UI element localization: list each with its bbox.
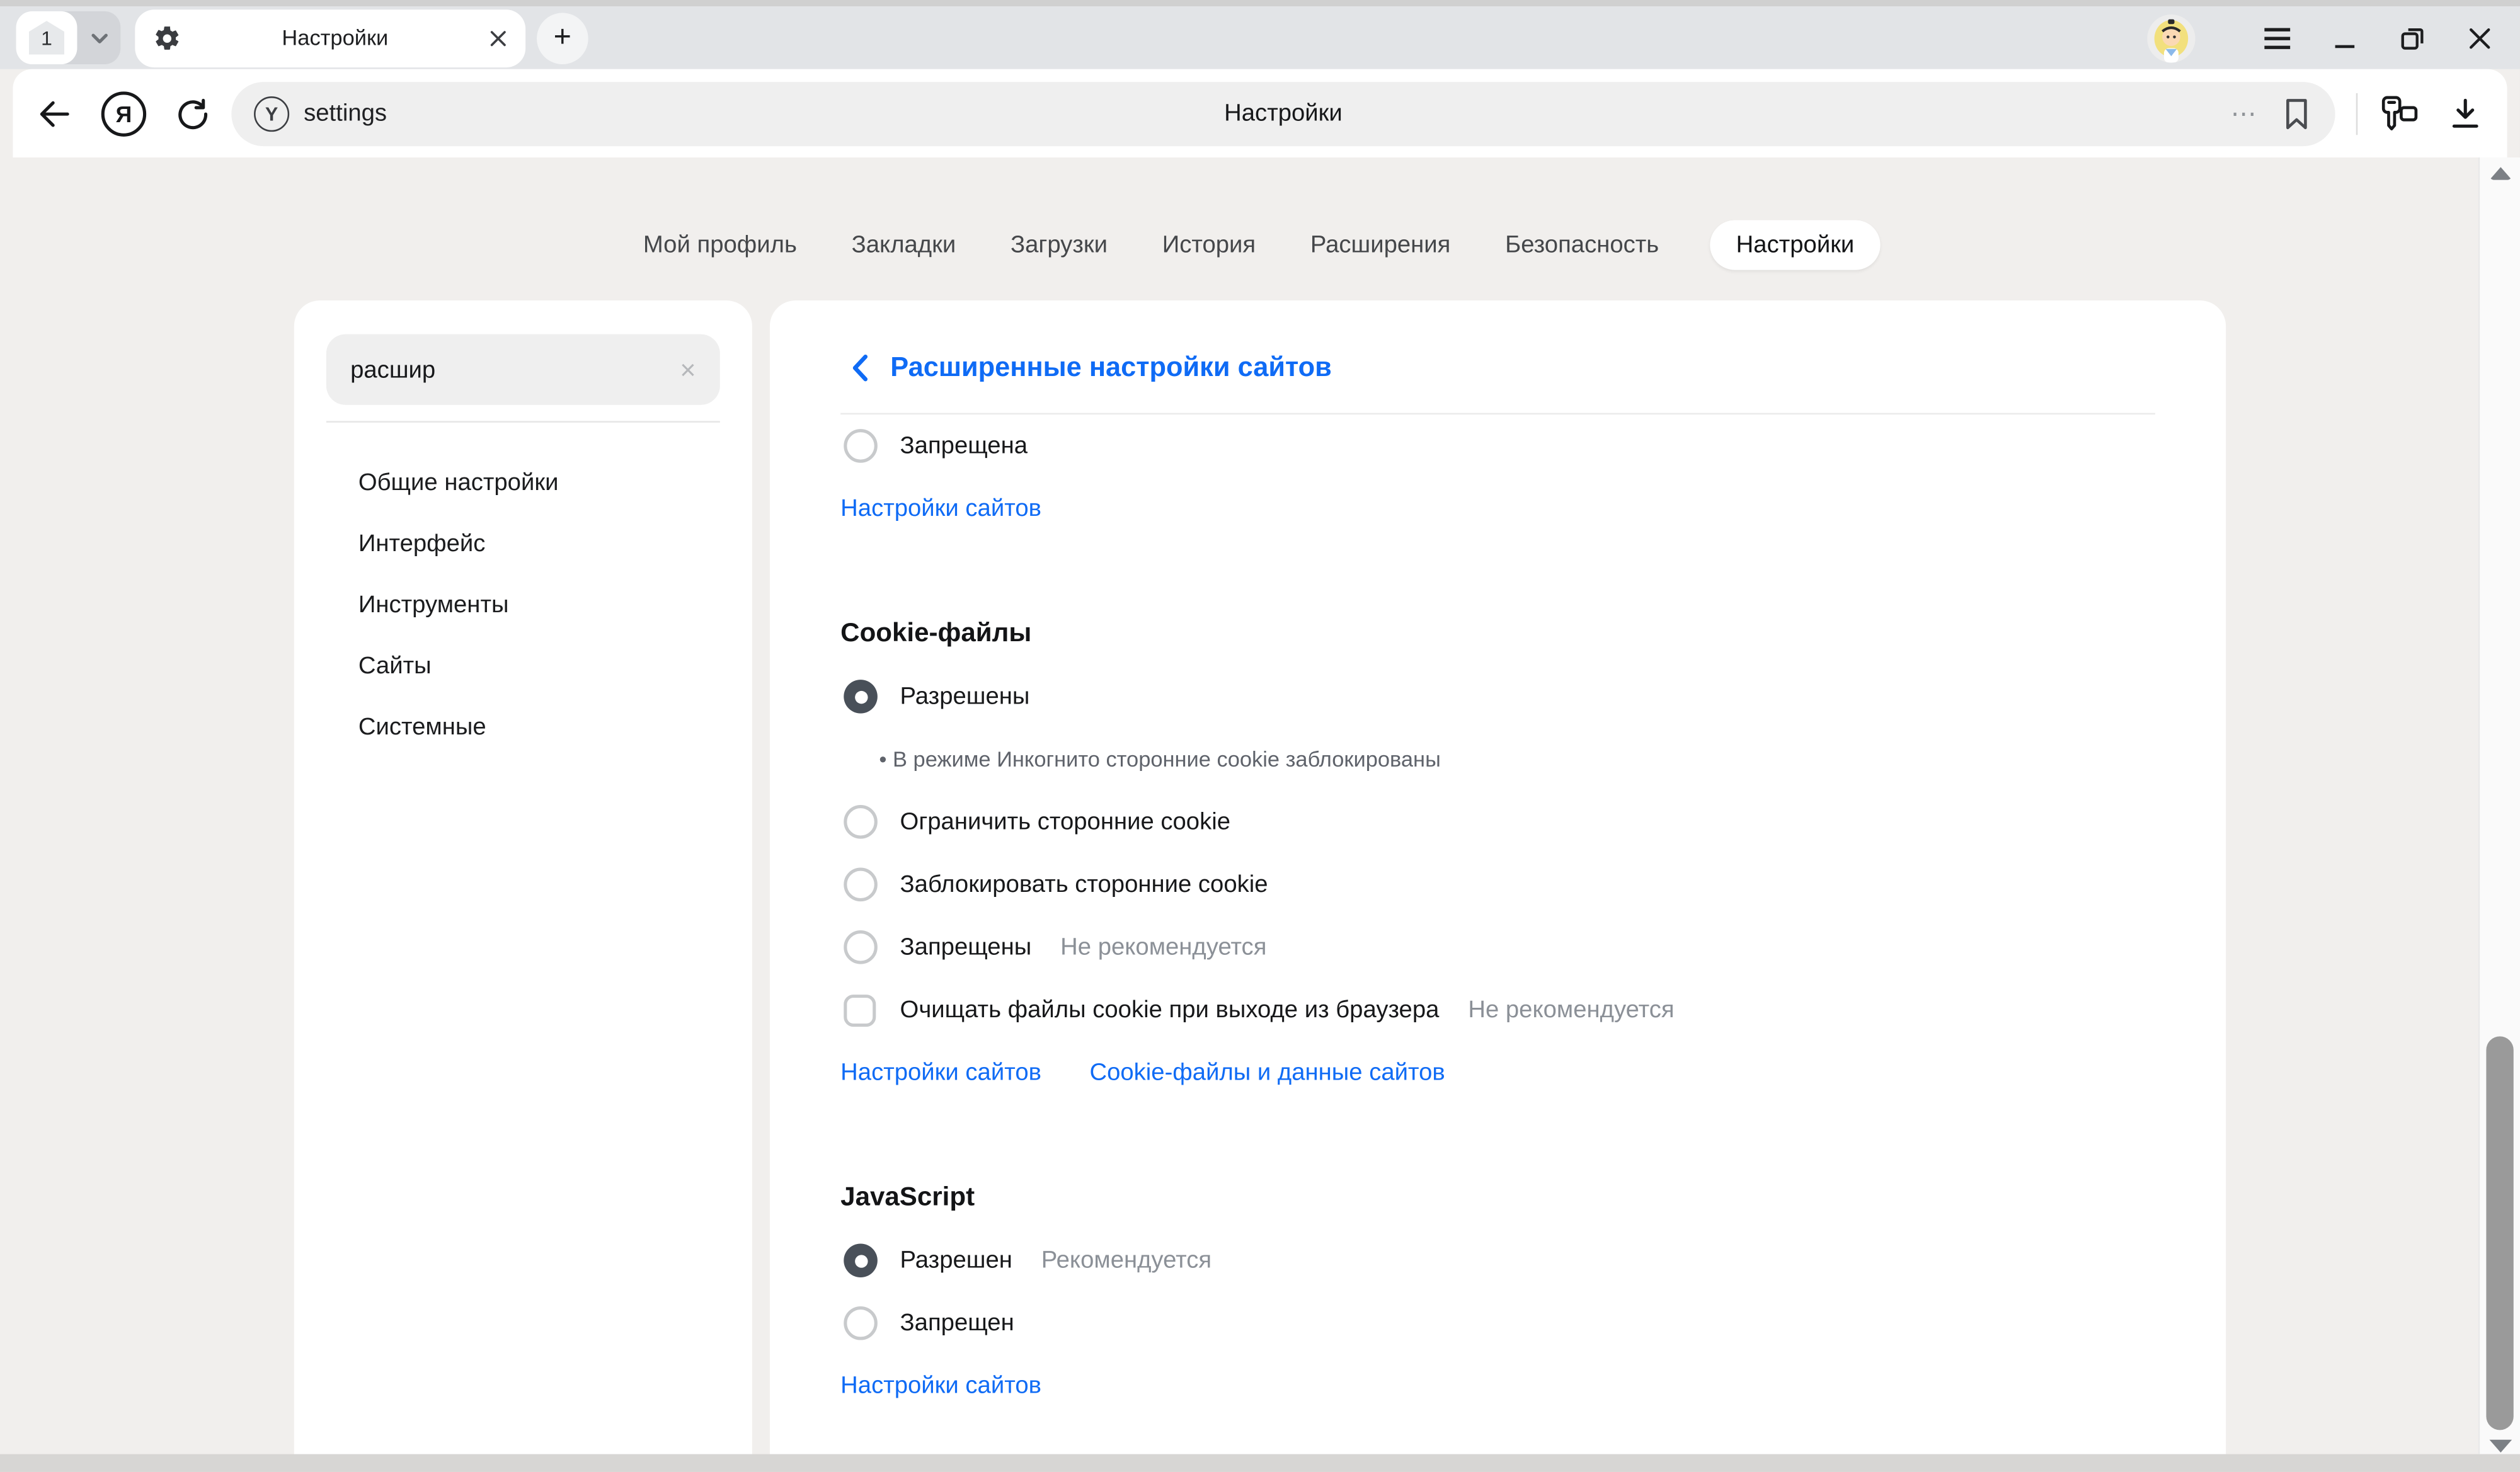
reload-button[interactable] — [174, 94, 212, 132]
tab-counter-group[interactable]: 1 — [16, 11, 121, 64]
javascript-section-heading: JavaScript — [840, 1183, 975, 1213]
tab-bar: 1 Настройки + — [0, 6, 2520, 69]
nav-tab-history[interactable]: История — [1159, 220, 1259, 270]
scroll-down-icon[interactable] — [2489, 1440, 2512, 1452]
radio-icon[interactable] — [844, 930, 878, 964]
radio-option-block-third-party[interactable]: Заблокировать сторонние cookie — [840, 853, 2155, 916]
sidebar-item-system[interactable]: Системные — [294, 696, 752, 757]
minimize-icon — [2334, 26, 2356, 49]
browser-menu-button[interactable] — [2254, 14, 2302, 62]
window-bottom-edge — [0, 1454, 2520, 1472]
settings-sidebar: × Общие настройки Интерфейс Инструменты … — [294, 300, 752, 1454]
radio-icon[interactable] — [844, 805, 878, 839]
minimize-button[interactable] — [2321, 14, 2369, 62]
nav-tab-bookmarks[interactable]: Закладки — [849, 220, 959, 270]
browser-tab-settings[interactable]: Настройки — [135, 9, 525, 67]
nav-tab-downloads[interactable]: Загрузки — [1007, 220, 1111, 270]
sidebar-divider — [326, 421, 720, 423]
radio-option-forbidden[interactable]: Запрещена — [840, 414, 2155, 477]
scroll-up-icon[interactable] — [2489, 167, 2512, 180]
page-title[interactable]: Расширенные настройки сайтов — [890, 352, 1332, 384]
url-text[interactable]: settings — [304, 100, 387, 127]
settings-content: Расширенные настройки сайтов Запрещена Н… — [770, 300, 2226, 1454]
sidebar-item-tools[interactable]: Инструменты — [294, 574, 752, 635]
cookie-data-link[interactable]: Cookie-файлы и данные сайтов — [1089, 1059, 1445, 1086]
toolbar-divider — [2356, 93, 2358, 134]
sidebar-item-sites[interactable]: Сайты — [294, 635, 752, 696]
scrollbar-thumb[interactable] — [2486, 1036, 2513, 1430]
settings-search-input[interactable] — [350, 356, 680, 383]
omnibox-page-title: Настройки — [231, 100, 2335, 127]
nav-tab-profile[interactable]: Мой профиль — [640, 220, 800, 270]
radio-icon[interactable] — [844, 1306, 878, 1340]
chevron-down-icon — [88, 26, 110, 49]
radio-option-js-forbidden[interactable]: Запрещен — [840, 1292, 2155, 1354]
nav-tab-security[interactable]: Безопасность — [1502, 220, 1662, 270]
downloads-icon[interactable] — [2446, 94, 2485, 132]
window-top-edge — [0, 0, 2520, 6]
nav-tab-settings[interactable]: Настройки — [1710, 220, 1880, 270]
incognito-note: • В режиме Инкогнито сторонние cookie за… — [840, 728, 2155, 790]
cookies-section-heading: Cookie-файлы — [840, 619, 1031, 649]
not-recommended-badge: Не рекомендуется — [1468, 996, 1674, 1024]
radio-selected-icon[interactable] — [844, 1243, 878, 1277]
tab-counter-button[interactable]: 1 — [16, 11, 77, 64]
tab-close-icon[interactable] — [489, 28, 508, 48]
gear-icon — [152, 23, 181, 52]
recommended-badge: Рекомендуется — [1041, 1247, 1211, 1274]
sidebar-item-general[interactable]: Общие настройки — [294, 452, 752, 513]
close-icon — [2468, 26, 2491, 49]
plus-icon: + — [554, 20, 571, 55]
radio-option-cookies-forbidden[interactable]: Запрещены Не рекомендуется — [840, 916, 2155, 978]
bookmark-icon[interactable] — [2281, 96, 2313, 131]
radio-option-js-allowed[interactable]: Разрешен Рекомендуется — [840, 1230, 2155, 1292]
radio-option-limit-third-party[interactable]: Ограничить сторонние cookie — [840, 790, 2155, 853]
checkbox-clear-cookies-on-exit[interactable]: Очищать файлы cookie при выходе из брауз… — [840, 979, 2155, 1041]
site-settings-link-2[interactable]: Настройки сайтов — [840, 1059, 1041, 1086]
back-button[interactable] — [35, 94, 74, 132]
hamburger-icon — [2263, 26, 2292, 49]
radio-icon[interactable] — [844, 868, 878, 902]
more-actions-icon[interactable]: ⋯ — [2231, 97, 2258, 129]
back-chevron-icon[interactable] — [850, 353, 869, 382]
radio-selected-icon[interactable] — [844, 680, 878, 714]
tab-title: Настройки — [181, 26, 488, 50]
page-scrollbar[interactable] — [2478, 157, 2520, 1454]
sidebar-item-interface[interactable]: Интерфейс — [294, 513, 752, 574]
new-tab-button[interactable]: + — [537, 12, 588, 64]
close-window-button[interactable] — [2456, 14, 2504, 62]
site-settings-link-1[interactable]: Настройки сайтов — [840, 495, 1041, 522]
restore-button[interactable] — [2388, 14, 2437, 62]
tab-counter-badge: 1 — [29, 21, 64, 55]
radio-icon[interactable] — [844, 429, 878, 463]
settings-search-box[interactable]: × — [326, 334, 720, 405]
nav-tab-extensions[interactable]: Расширения — [1307, 220, 1454, 270]
profile-avatar[interactable] — [2147, 14, 2196, 62]
not-recommended-badge: Не рекомендуется — [1060, 933, 1266, 961]
password-manager-icon[interactable] — [2378, 93, 2420, 134]
checkbox-icon[interactable] — [844, 994, 876, 1026]
yandex-logo-icon[interactable]: Я — [101, 91, 146, 135]
address-toolbar: Я Y settings Настройки ⋯ — [13, 69, 2507, 157]
site-favicon-icon: Y — [254, 96, 289, 131]
settings-nav-tabs: Мой профиль Закладки Загрузки История Ра… — [0, 220, 2520, 270]
site-settings-link-3[interactable]: Настройки сайтов — [840, 1372, 1041, 1400]
settings-page: Мой профиль Закладки Загрузки История Ра… — [0, 157, 2520, 1454]
restore-icon — [2400, 25, 2426, 51]
browser-window: 1 Настройки + — [0, 0, 2520, 1472]
tab-list-dropdown-button[interactable] — [77, 26, 120, 49]
address-bar[interactable]: Y settings Настройки ⋯ — [231, 81, 2335, 145]
radio-option-cookies-allowed[interactable]: Разрешены — [840, 665, 2155, 727]
clear-search-icon[interactable]: × — [680, 356, 696, 383]
